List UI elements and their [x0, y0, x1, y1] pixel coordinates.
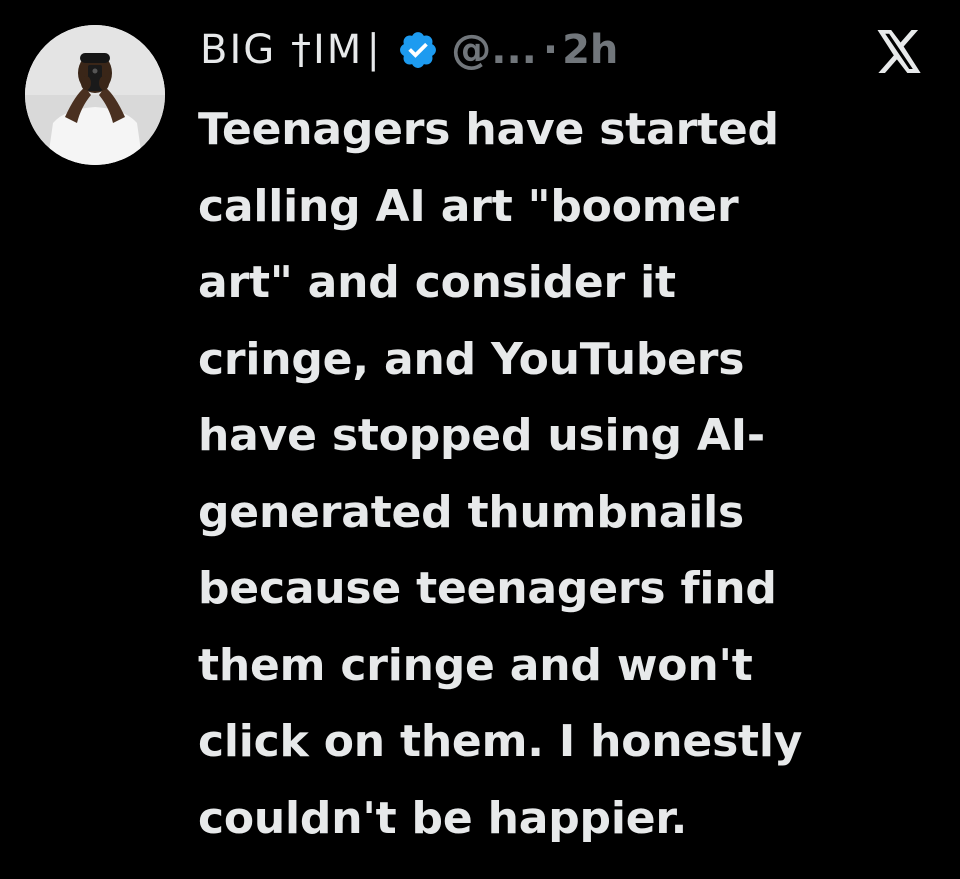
tweet-text: Teenagers have started calling AI art "b…: [198, 104, 803, 844]
tweet-card[interactable]: BIG †IM∣ @... · 2h Teenagers have starte…: [0, 0, 960, 879]
avatar[interactable]: [25, 25, 165, 165]
timestamp[interactable]: 2h: [562, 27, 618, 73]
tweet-header: BIG †IM∣ @... · 2h: [200, 20, 618, 80]
avatar-photo: [25, 25, 165, 165]
separator-dot: ·: [542, 27, 559, 73]
x-logo-icon[interactable]: [873, 30, 925, 74]
display-name[interactable]: BIG †IM∣: [200, 27, 385, 73]
user-handle[interactable]: @...: [451, 27, 537, 73]
verified-badge-icon: [397, 29, 439, 71]
